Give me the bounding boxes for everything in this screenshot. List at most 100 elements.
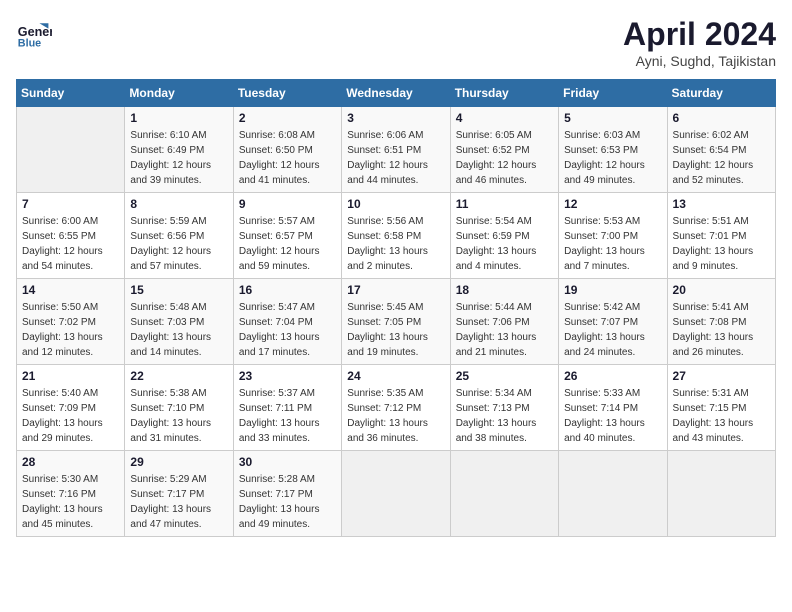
calendar-cell: 17Sunrise: 5:45 AMSunset: 7:05 PMDayligh…	[342, 279, 450, 365]
calendar-cell: 29 Sunrise: 5:29 AMSunset: 7:17 PMDayligh…	[125, 451, 233, 537]
day-number: 1	[130, 111, 227, 125]
day-number: 28	[22, 455, 119, 469]
day-info: Sunrise: 5:42 AMSunset: 7:07 PMDaylight:…	[564, 300, 661, 360]
day-info: Sunrise: 5:34 AMSunset: 7:13 PMDaylight:…	[456, 386, 553, 446]
calendar-cell: 25 Sunrise: 5:34 AMSunset: 7:13 PMDayligh…	[450, 365, 558, 451]
month-title: April 2024	[623, 16, 776, 53]
calendar-cell: 16 Sunrise: 5:47 AMSunset: 7:04 PMDayligh…	[233, 279, 341, 365]
calendar-cell: 6 Sunrise: 6:02 AMSunset: 6:54 PMDaylight…	[667, 107, 775, 193]
day-number: 10	[347, 197, 444, 211]
calendar-cell: 13Sunrise: 5:51 AMSunset: 7:01 PMDayligh…	[667, 193, 775, 279]
calendar-cell: 9 Sunrise: 5:57 AMSunset: 6:57 PMDaylight…	[233, 193, 341, 279]
calendar-cell: 15 Sunrise: 5:48 AMSunset: 7:03 PMDayligh…	[125, 279, 233, 365]
day-number: 3	[347, 111, 444, 125]
calendar-cell	[17, 107, 125, 193]
calendar-table: SundayMondayTuesdayWednesdayThursdayFrid…	[16, 79, 776, 537]
calendar-day-header: Saturday	[667, 80, 775, 107]
day-number: 22	[130, 369, 227, 383]
day-number: 18	[456, 283, 553, 297]
day-number: 17	[347, 283, 444, 297]
calendar-cell: 3 Sunrise: 6:06 AMSunset: 6:51 PMDaylight…	[342, 107, 450, 193]
calendar-cell: 28Sunrise: 5:30 AMSunset: 7:16 PMDayligh…	[17, 451, 125, 537]
day-number: 13	[673, 197, 770, 211]
svg-text:Blue: Blue	[18, 38, 41, 50]
day-info: Sunrise: 5:57 AMSunset: 6:57 PMDaylight:…	[239, 214, 336, 274]
calendar-cell: 30 Sunrise: 5:28 AMSunset: 7:17 PMDayligh…	[233, 451, 341, 537]
day-number: 7	[22, 197, 119, 211]
calendar-cell: 7 Sunrise: 6:00 AMSunset: 6:55 PMDaylight…	[17, 193, 125, 279]
day-info: Sunrise: 5:47 AMSunset: 7:04 PMDaylight:…	[239, 300, 336, 360]
day-number: 29	[130, 455, 227, 469]
day-number: 8	[130, 197, 227, 211]
day-info: Sunrise: 5:35 AMSunset: 7:12 PMDaylight:…	[347, 386, 444, 446]
day-number: 6	[673, 111, 770, 125]
day-number: 11	[456, 197, 553, 211]
logo: General Blue	[16, 16, 52, 52]
calendar-cell: 22 Sunrise: 5:38 AMSunset: 7:10 PMDayligh…	[125, 365, 233, 451]
calendar-week-row: 1 Sunrise: 6:10 AMSunset: 6:49 PMDaylight…	[17, 107, 776, 193]
calendar-cell: 14 Sunrise: 5:50 AMSunset: 7:02 PMDayligh…	[17, 279, 125, 365]
day-info: Sunrise: 5:44 AMSunset: 7:06 PMDaylight:…	[456, 300, 553, 360]
day-info: Sunrise: 5:53 AMSunset: 7:00 PMDaylight:…	[564, 214, 661, 274]
day-number: 19	[564, 283, 661, 297]
day-number: 12	[564, 197, 661, 211]
day-info: Sunrise: 6:03 AMSunset: 6:53 PMDaylight:…	[564, 128, 661, 188]
day-info: Sunrise: 5:28 AMSunset: 7:17 PMDaylight:…	[239, 472, 336, 532]
day-info: Sunrise: 5:59 AMSunset: 6:56 PMDaylight:…	[130, 214, 227, 274]
day-number: 30	[239, 455, 336, 469]
day-info: Sunrise: 6:10 AMSunset: 6:49 PMDaylight:…	[130, 128, 227, 188]
calendar-cell: 5Sunrise: 6:03 AMSunset: 6:53 PMDaylight…	[559, 107, 667, 193]
day-info: Sunrise: 5:48 AMSunset: 7:03 PMDaylight:…	[130, 300, 227, 360]
day-info: Sunrise: 5:40 AMSunset: 7:09 PMDaylight:…	[22, 386, 119, 446]
day-info: Sunrise: 5:54 AMSunset: 6:59 PMDaylight:…	[456, 214, 553, 274]
calendar-day-header: Wednesday	[342, 80, 450, 107]
day-number: 9	[239, 197, 336, 211]
day-info: Sunrise: 5:37 AMSunset: 7:11 PMDaylight:…	[239, 386, 336, 446]
calendar-cell: 24Sunrise: 5:35 AMSunset: 7:12 PMDayligh…	[342, 365, 450, 451]
calendar-cell	[559, 451, 667, 537]
day-number: 20	[673, 283, 770, 297]
day-info: Sunrise: 6:00 AMSunset: 6:55 PMDaylight:…	[22, 214, 119, 274]
day-number: 27	[673, 369, 770, 383]
calendar-cell: 26 Sunrise: 5:33 AMSunset: 7:14 PMDayligh…	[559, 365, 667, 451]
calendar-cell: 2 Sunrise: 6:08 AMSunset: 6:50 PMDaylight…	[233, 107, 341, 193]
day-info: Sunrise: 5:50 AMSunset: 7:02 PMDaylight:…	[22, 300, 119, 360]
day-info: Sunrise: 5:29 AMSunset: 7:17 PMDaylight:…	[130, 472, 227, 532]
day-number: 14	[22, 283, 119, 297]
calendar-day-header: Monday	[125, 80, 233, 107]
day-number: 15	[130, 283, 227, 297]
day-number: 4	[456, 111, 553, 125]
day-info: Sunrise: 5:33 AMSunset: 7:14 PMDaylight:…	[564, 386, 661, 446]
calendar-cell: 4Sunrise: 6:05 AMSunset: 6:52 PMDaylight…	[450, 107, 558, 193]
day-number: 26	[564, 369, 661, 383]
calendar-day-header: Friday	[559, 80, 667, 107]
day-info: Sunrise: 6:08 AMSunset: 6:50 PMDaylight:…	[239, 128, 336, 188]
calendar-cell: 10 Sunrise: 5:56 AMSunset: 6:58 PMDayligh…	[342, 193, 450, 279]
day-info: Sunrise: 5:38 AMSunset: 7:10 PMDaylight:…	[130, 386, 227, 446]
day-info: Sunrise: 6:02 AMSunset: 6:54 PMDaylight:…	[673, 128, 770, 188]
calendar-week-row: 21 Sunrise: 5:40 AMSunset: 7:09 PMDayligh…	[17, 365, 776, 451]
page-header: General Blue April 2024 Ayni, Sughd, Taj…	[16, 16, 776, 69]
calendar-cell: 1 Sunrise: 6:10 AMSunset: 6:49 PMDaylight…	[125, 107, 233, 193]
day-number: 21	[22, 369, 119, 383]
calendar-cell: 8 Sunrise: 5:59 AMSunset: 6:56 PMDaylight…	[125, 193, 233, 279]
calendar-header-row: SundayMondayTuesdayWednesdayThursdayFrid…	[17, 80, 776, 107]
day-number: 16	[239, 283, 336, 297]
calendar-cell: 19 Sunrise: 5:42 AMSunset: 7:07 PMDayligh…	[559, 279, 667, 365]
day-info: Sunrise: 5:56 AMSunset: 6:58 PMDaylight:…	[347, 214, 444, 274]
calendar-day-header: Sunday	[17, 80, 125, 107]
calendar-cell	[450, 451, 558, 537]
location-title: Ayni, Sughd, Tajikistan	[623, 53, 776, 69]
day-number: 2	[239, 111, 336, 125]
calendar-cell: 27 Sunrise: 5:31 AMSunset: 7:15 PMDayligh…	[667, 365, 775, 451]
title-area: April 2024 Ayni, Sughd, Tajikistan	[623, 16, 776, 69]
calendar-week-row: 14 Sunrise: 5:50 AMSunset: 7:02 PMDayligh…	[17, 279, 776, 365]
day-info: Sunrise: 6:06 AMSunset: 6:51 PMDaylight:…	[347, 128, 444, 188]
calendar-week-row: 7 Sunrise: 6:00 AMSunset: 6:55 PMDaylight…	[17, 193, 776, 279]
day-info: Sunrise: 5:31 AMSunset: 7:15 PMDaylight:…	[673, 386, 770, 446]
calendar-cell: 23Sunrise: 5:37 AMSunset: 7:11 PMDayligh…	[233, 365, 341, 451]
calendar-cell: 12 Sunrise: 5:53 AMSunset: 7:00 PMDayligh…	[559, 193, 667, 279]
logo-icon: General Blue	[16, 16, 52, 52]
calendar-cell: 21 Sunrise: 5:40 AMSunset: 7:09 PMDayligh…	[17, 365, 125, 451]
day-number: 25	[456, 369, 553, 383]
